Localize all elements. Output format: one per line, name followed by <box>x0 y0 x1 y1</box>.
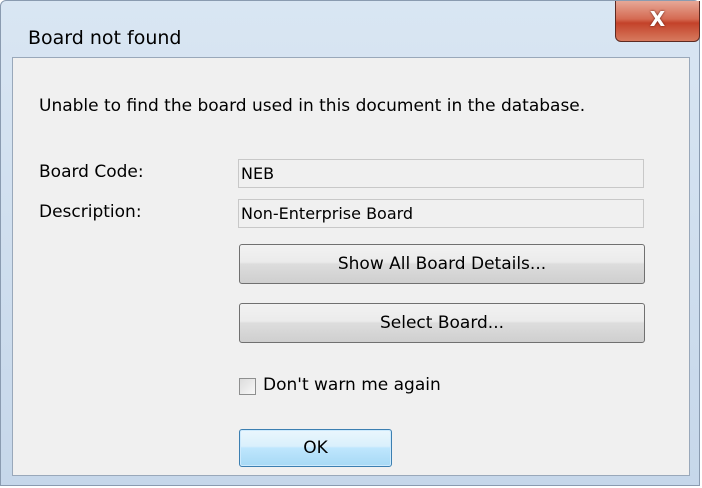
error-message: Unable to find the board used in this do… <box>39 96 586 116</box>
dialog-content: Unable to find the board used in this do… <box>12 57 690 476</box>
window-title: Board not found <box>28 27 182 49</box>
board-code-label: Board Code: <box>39 162 144 182</box>
title-bar[interactable]: Board not found X <box>1 1 700 56</box>
close-button[interactable]: X <box>615 1 700 42</box>
dialog-window: Board not found X Unable to find the boa… <box>0 0 700 486</box>
description-label: Description: <box>39 202 142 222</box>
select-board-button[interactable]: Select Board... <box>239 303 645 343</box>
ok-button[interactable]: OK <box>239 429 392 467</box>
dont-warn-label[interactable]: Don't warn me again <box>263 375 441 395</box>
board-code-field: NEB <box>238 159 644 188</box>
close-icon: X <box>649 7 666 31</box>
dont-warn-checkbox[interactable] <box>239 378 256 395</box>
description-field: Non-Enterprise Board <box>238 199 644 228</box>
show-all-board-details-button[interactable]: Show All Board Details... <box>239 244 645 284</box>
